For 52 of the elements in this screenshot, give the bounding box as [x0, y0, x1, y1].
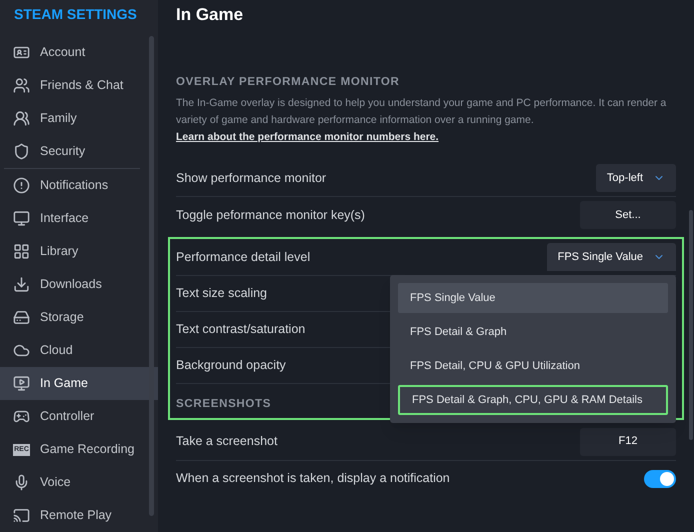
id-card-icon — [13, 44, 30, 61]
sidebar-item[interactable]: Interface — [0, 202, 158, 235]
download-icon — [13, 276, 30, 293]
sidebar-item[interactable]: Cloud — [0, 334, 158, 367]
description-text: The In-Game overlay is designed to help you understand your game and PC performance. It can render a variety of game and hardware performance information over a running game. Learn about the performance monitor numbers here. — [176, 96, 668, 146]
setting-label: Toggle peformance monitor key(s) — [176, 206, 365, 224]
menu-option[interactable]: FPS Detail & Graph, CPU, GPU & RAM Details — [398, 385, 668, 416]
menu-option[interactable]: FPS Detail & Graph — [398, 317, 668, 348]
drive-icon — [13, 309, 30, 326]
sidebar-item[interactable]: Notifications — [0, 169, 158, 202]
menu-option[interactable]: FPS Detail, CPU & GPU Utilization — [398, 351, 668, 382]
gamepad-icon — [13, 408, 30, 425]
people-icon — [13, 77, 30, 94]
setting-label: Text contrast/saturation — [176, 321, 306, 338]
sidebar-item[interactable]: Downloads — [0, 268, 158, 301]
sidebar-item[interactable]: Voice — [0, 466, 158, 499]
sidebar-item[interactable]: Controller — [0, 400, 158, 433]
setting-label: Background opacity — [176, 357, 286, 374]
sidebar-item[interactable]: Remote Play — [0, 499, 158, 532]
alert-icon — [13, 177, 30, 194]
sidebar-item[interactable]: In Game — [0, 367, 158, 400]
monitor-icon — [13, 210, 30, 227]
toggle-switch[interactable] — [644, 470, 676, 488]
cloud-icon — [13, 342, 30, 359]
scrollbar[interactable] — [689, 210, 693, 440]
settings-title: STEAM SETTINGS — [13, 5, 138, 24]
setting-label: Performance detail level — [176, 248, 310, 266]
microphone-icon — [13, 474, 30, 491]
shield-icon — [13, 143, 30, 160]
sidebar-item[interactable]: Security — [0, 135, 158, 168]
cast-icon — [13, 507, 30, 524]
dropdown[interactable]: Top-left — [596, 164, 676, 192]
setting-label: Text size scaling — [176, 285, 268, 302]
section-header: OVERLAY PERFORMANCE MONITOR — [176, 75, 400, 90]
sidebar-item[interactable]: Family — [0, 102, 158, 135]
page-title: In Game — [176, 4, 244, 26]
menu-option[interactable]: FPS Single Value — [398, 283, 668, 314]
setting-label: When a screenshot is taken, display a notification — [176, 470, 450, 488]
key-button[interactable]: F12 — [580, 428, 676, 456]
learn-more-link[interactable]: Learn about the performance monitor numbers here. — [176, 131, 439, 144]
scrollbar[interactable] — [149, 36, 154, 516]
key-button[interactable]: Set... — [580, 201, 676, 230]
sidebar-item[interactable]: Storage — [0, 301, 158, 334]
dropdown[interactable]: FPS Single Value — [546, 243, 676, 272]
sidebar-item[interactable]: Library — [0, 235, 158, 268]
setting-label: Take a screenshot — [176, 433, 278, 450]
section-header: SCREENSHOTS — [176, 397, 272, 412]
setting-label: Show performance monitor — [176, 170, 326, 187]
group-icon — [13, 110, 30, 127]
sidebar-item[interactable]: Account — [0, 36, 158, 69]
sidebar-item[interactable]: Friends & Chat — [0, 69, 158, 102]
grid-icon — [13, 243, 30, 260]
